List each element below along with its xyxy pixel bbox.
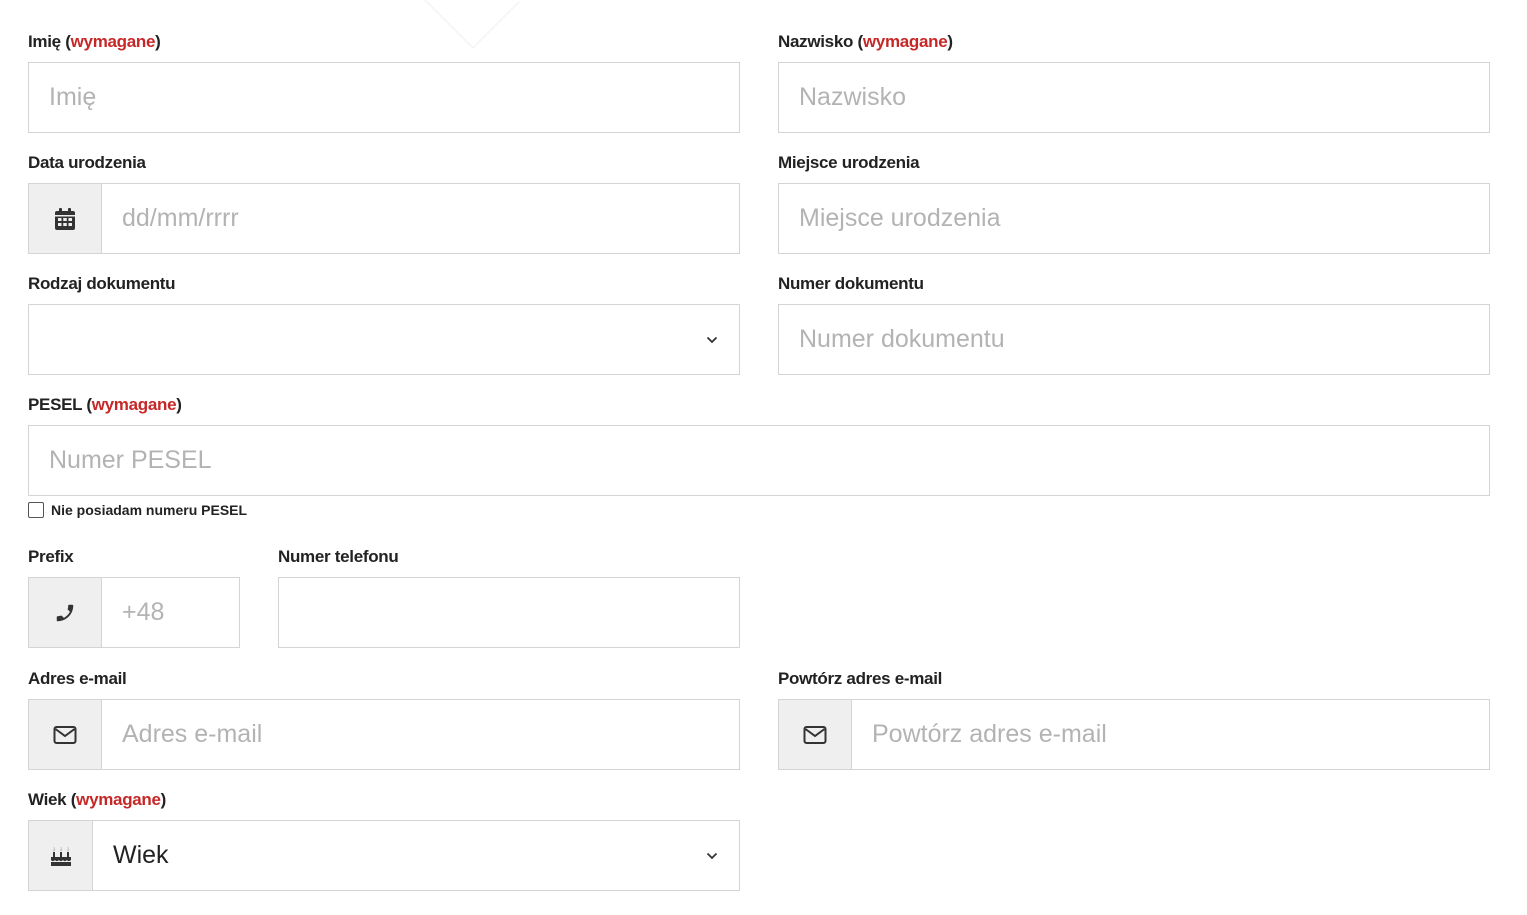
email-field: Adres e-mail bbox=[28, 668, 740, 770]
age-field: Wiek (wymagane) Wiek bbox=[28, 789, 740, 891]
calendar-icon bbox=[29, 184, 102, 253]
envelope-icon bbox=[779, 700, 852, 769]
document-type-label: Rodzaj dokumentu bbox=[28, 274, 176, 293]
email-repeat-input[interactable] bbox=[852, 700, 1489, 769]
birth-place-label: Miejsce urodzenia bbox=[778, 153, 920, 172]
birth-place-input-box bbox=[778, 183, 1490, 254]
document-type-select[interactable] bbox=[28, 304, 740, 375]
last-name-field: Nazwisko (wymagane) bbox=[778, 31, 1490, 133]
document-type-select-area[interactable] bbox=[29, 305, 739, 374]
phone-input[interactable] bbox=[279, 578, 739, 647]
no-pesel-option[interactable]: Nie posiadam numeru PESEL bbox=[28, 502, 247, 518]
required-marker: wymagane bbox=[862, 32, 948, 51]
last-name-input-box bbox=[778, 62, 1490, 133]
chevron-down-icon bbox=[705, 333, 719, 347]
age-select-area[interactable]: Wiek bbox=[93, 821, 739, 890]
document-number-input-box bbox=[778, 304, 1490, 375]
phone-icon bbox=[29, 578, 102, 647]
age-label: Wiek (wymagane) bbox=[28, 790, 167, 809]
phone-input-box bbox=[278, 577, 740, 648]
first-name-input[interactable] bbox=[29, 63, 739, 132]
birth-date-input[interactable] bbox=[102, 184, 739, 253]
no-pesel-checkbox[interactable] bbox=[28, 502, 44, 518]
pesel-field: PESEL (wymagane) bbox=[28, 394, 1490, 496]
prefix-field: Prefix bbox=[28, 546, 240, 648]
prefix-input-box bbox=[28, 577, 240, 648]
document-number-label: Numer dokumentu bbox=[778, 274, 924, 293]
required-marker: wymagane bbox=[70, 32, 156, 51]
last-name-input[interactable] bbox=[779, 63, 1489, 132]
phone-label: Numer telefonu bbox=[278, 547, 399, 566]
prefix-label: Prefix bbox=[28, 547, 74, 566]
email-label: Adres e-mail bbox=[28, 669, 127, 688]
birth-date-input-box bbox=[28, 183, 740, 254]
prefix-input[interactable] bbox=[102, 578, 239, 647]
last-name-label: Nazwisko (wymagane) bbox=[778, 32, 953, 51]
email-repeat-label: Powtórz adres e-mail bbox=[778, 669, 943, 688]
birth-place-input[interactable] bbox=[779, 184, 1489, 253]
pesel-input-box bbox=[28, 425, 1490, 496]
document-number-input[interactable] bbox=[779, 305, 1489, 374]
age-value: Wiek bbox=[113, 841, 169, 869]
pesel-input[interactable] bbox=[29, 426, 1489, 495]
birthday-cake-icon bbox=[29, 821, 93, 890]
required-marker: wymagane bbox=[91, 395, 177, 414]
document-number-field: Numer dokumentu bbox=[778, 273, 1490, 375]
first-name-input-box bbox=[28, 62, 740, 133]
birth-place-field: Miejsce urodzenia bbox=[778, 152, 1490, 254]
birth-date-label: Data urodzenia bbox=[28, 153, 146, 172]
pesel-label: PESEL (wymagane) bbox=[28, 395, 182, 414]
birth-date-field: Data urodzenia bbox=[28, 152, 740, 254]
required-marker: wymagane bbox=[76, 790, 161, 809]
envelope-icon bbox=[29, 700, 102, 769]
document-type-field: Rodzaj dokumentu bbox=[28, 273, 740, 375]
first-name-field: Imię (wymagane) bbox=[28, 31, 740, 133]
age-select[interactable]: Wiek bbox=[28, 820, 740, 891]
no-pesel-checkbox-label: Nie posiadam numeru PESEL bbox=[51, 502, 248, 518]
email-input[interactable] bbox=[102, 700, 739, 769]
phone-field: Numer telefonu bbox=[278, 546, 740, 648]
email-repeat-field: Powtórz adres e-mail bbox=[778, 668, 1490, 770]
first-name-label: Imię (wymagane) bbox=[28, 32, 161, 51]
email-repeat-input-box bbox=[778, 699, 1490, 770]
chevron-down-icon bbox=[705, 849, 719, 863]
email-input-box bbox=[28, 699, 740, 770]
